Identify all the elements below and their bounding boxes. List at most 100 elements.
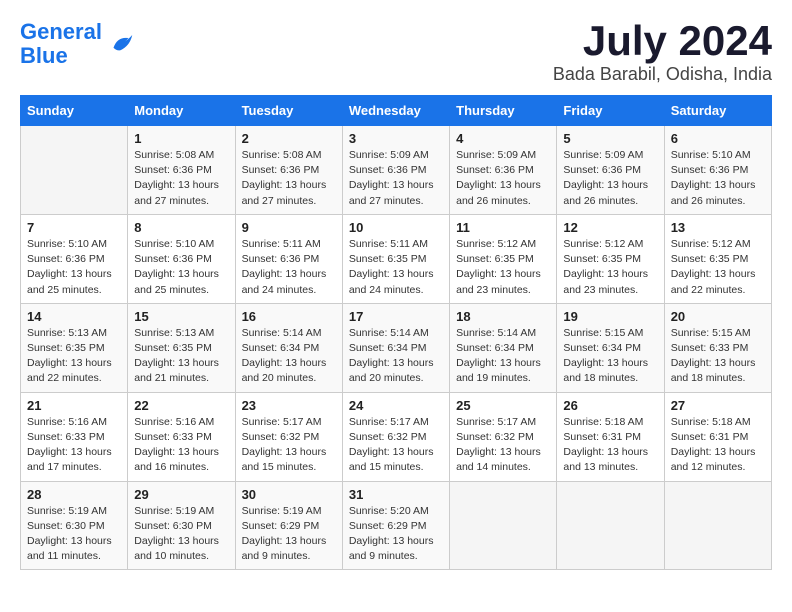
day-number: 9 xyxy=(242,220,336,235)
day-info: Sunrise: 5:19 AMSunset: 6:29 PMDaylight:… xyxy=(242,504,336,565)
day-info: Sunrise: 5:18 AMSunset: 6:31 PMDaylight:… xyxy=(563,415,657,476)
day-number: 25 xyxy=(456,398,550,413)
day-number: 3 xyxy=(349,131,443,146)
day-number: 11 xyxy=(456,220,550,235)
day-info: Sunrise: 5:09 AMSunset: 6:36 PMDaylight:… xyxy=(563,148,657,209)
calendar-cell: 26Sunrise: 5:18 AMSunset: 6:31 PMDayligh… xyxy=(557,392,664,481)
calendar-cell: 3 Sunrise: 5:09 AMSunset: 6:36 PMDaylight… xyxy=(342,126,449,215)
calendar-cell xyxy=(450,481,557,570)
day-info: Sunrise: 5:16 AMSunset: 6:33 PMDaylight:… xyxy=(27,415,121,476)
day-info: Sunrise: 5:13 AMSunset: 6:35 PMDaylight:… xyxy=(27,326,121,387)
calendar-cell: 31 Sunrise: 5:20 AMSunset: 6:29 PMDayligh… xyxy=(342,481,449,570)
month-title: July 2024 xyxy=(553,20,772,62)
calendar-cell: 9 Sunrise: 5:11 AMSunset: 6:36 PMDaylight… xyxy=(235,214,342,303)
calendar-cell: 13Sunrise: 5:12 AMSunset: 6:35 PMDayligh… xyxy=(664,214,771,303)
day-number: 17 xyxy=(349,309,443,324)
day-number: 2 xyxy=(242,131,336,146)
day-info: Sunrise: 5:17 AMSunset: 6:32 PMDaylight:… xyxy=(456,415,550,476)
day-number: 20 xyxy=(671,309,765,324)
day-number: 15 xyxy=(134,309,228,324)
calendar-cell: 14Sunrise: 5:13 AMSunset: 6:35 PMDayligh… xyxy=(21,303,128,392)
day-info: Sunrise: 5:13 AMSunset: 6:35 PMDaylight:… xyxy=(134,326,228,387)
calendar-cell: 15 Sunrise: 5:13 AMSunset: 6:35 PMDayligh… xyxy=(128,303,235,392)
day-number: 6 xyxy=(671,131,765,146)
day-number: 31 xyxy=(349,487,443,502)
weekday-header-tuesday: Tuesday xyxy=(235,96,342,126)
calendar-week-row: 1 Sunrise: 5:08 AMSunset: 6:36 PMDaylight… xyxy=(21,126,772,215)
calendar-cell: 19 Sunrise: 5:15 AMSunset: 6:34 PMDayligh… xyxy=(557,303,664,392)
day-number: 24 xyxy=(349,398,443,413)
day-number: 8 xyxy=(134,220,228,235)
weekday-header-thursday: Thursday xyxy=(450,96,557,126)
calendar-week-row: 7Sunrise: 5:10 AMSunset: 6:36 PMDaylight… xyxy=(21,214,772,303)
weekday-header-monday: Monday xyxy=(128,96,235,126)
calendar-cell: 21 Sunrise: 5:16 AMSunset: 6:33 PMDayligh… xyxy=(21,392,128,481)
calendar-cell: 7Sunrise: 5:10 AMSunset: 6:36 PMDaylight… xyxy=(21,214,128,303)
day-number: 27 xyxy=(671,398,765,413)
day-info: Sunrise: 5:10 AMSunset: 6:36 PMDaylight:… xyxy=(134,237,228,298)
day-info: Sunrise: 5:16 AMSunset: 6:33 PMDaylight:… xyxy=(134,415,228,476)
day-info: Sunrise: 5:20 AMSunset: 6:29 PMDaylight:… xyxy=(349,504,443,565)
day-info: Sunrise: 5:10 AMSunset: 6:36 PMDaylight:… xyxy=(671,148,765,209)
day-info: Sunrise: 5:19 AMSunset: 6:30 PMDaylight:… xyxy=(27,504,121,565)
calendar-cell xyxy=(664,481,771,570)
calendar-cell: 25 Sunrise: 5:17 AMSunset: 6:32 PMDayligh… xyxy=(450,392,557,481)
weekday-header-friday: Friday xyxy=(557,96,664,126)
location: Bada Barabil, Odisha, India xyxy=(553,64,772,85)
day-info: Sunrise: 5:12 AMSunset: 6:35 PMDaylight:… xyxy=(456,237,550,298)
logo-general: General xyxy=(20,19,102,44)
calendar-cell xyxy=(557,481,664,570)
calendar-table: SundayMondayTuesdayWednesdayThursdayFrid… xyxy=(20,95,772,570)
weekday-header-wednesday: Wednesday xyxy=(342,96,449,126)
day-number: 29 xyxy=(134,487,228,502)
calendar-cell xyxy=(21,126,128,215)
day-info: Sunrise: 5:12 AMSunset: 6:35 PMDaylight:… xyxy=(563,237,657,298)
day-number: 1 xyxy=(134,131,228,146)
calendar-cell: 4Sunrise: 5:09 AMSunset: 6:36 PMDaylight… xyxy=(450,126,557,215)
day-info: Sunrise: 5:11 AMSunset: 6:36 PMDaylight:… xyxy=(242,237,336,298)
day-number: 18 xyxy=(456,309,550,324)
calendar-cell: 20Sunrise: 5:15 AMSunset: 6:33 PMDayligh… xyxy=(664,303,771,392)
calendar-week-row: 14Sunrise: 5:13 AMSunset: 6:35 PMDayligh… xyxy=(21,303,772,392)
calendar-cell: 11 Sunrise: 5:12 AMSunset: 6:35 PMDayligh… xyxy=(450,214,557,303)
calendar-week-row: 21 Sunrise: 5:16 AMSunset: 6:33 PMDayligh… xyxy=(21,392,772,481)
weekday-header-sunday: Sunday xyxy=(21,96,128,126)
calendar-cell: 22Sunrise: 5:16 AMSunset: 6:33 PMDayligh… xyxy=(128,392,235,481)
day-info: Sunrise: 5:14 AMSunset: 6:34 PMDaylight:… xyxy=(456,326,550,387)
calendar-cell: 27 Sunrise: 5:18 AMSunset: 6:31 PMDayligh… xyxy=(664,392,771,481)
day-number: 19 xyxy=(563,309,657,324)
day-info: Sunrise: 5:09 AMSunset: 6:36 PMDaylight:… xyxy=(349,148,443,209)
day-info: Sunrise: 5:10 AMSunset: 6:36 PMDaylight:… xyxy=(27,237,121,298)
calendar-cell: 2Sunrise: 5:08 AMSunset: 6:36 PMDaylight… xyxy=(235,126,342,215)
day-info: Sunrise: 5:08 AMSunset: 6:36 PMDaylight:… xyxy=(134,148,228,209)
calendar-cell: 6 Sunrise: 5:10 AMSunset: 6:36 PMDaylight… xyxy=(664,126,771,215)
calendar-cell: 23Sunrise: 5:17 AMSunset: 6:32 PMDayligh… xyxy=(235,392,342,481)
day-info: Sunrise: 5:12 AMSunset: 6:35 PMDaylight:… xyxy=(671,237,765,298)
calendar-week-row: 28Sunrise: 5:19 AMSunset: 6:30 PMDayligh… xyxy=(21,481,772,570)
day-info: Sunrise: 5:14 AMSunset: 6:34 PMDaylight:… xyxy=(349,326,443,387)
day-number: 5 xyxy=(563,131,657,146)
day-info: Sunrise: 5:19 AMSunset: 6:30 PMDaylight:… xyxy=(134,504,228,565)
calendar-cell: 24Sunrise: 5:17 AMSunset: 6:32 PMDayligh… xyxy=(342,392,449,481)
calendar-cell: 5 Sunrise: 5:09 AMSunset: 6:36 PMDaylight… xyxy=(557,126,664,215)
weekday-header-saturday: Saturday xyxy=(664,96,771,126)
day-info: Sunrise: 5:14 AMSunset: 6:34 PMDaylight:… xyxy=(242,326,336,387)
calendar-cell: 1 Sunrise: 5:08 AMSunset: 6:36 PMDaylight… xyxy=(128,126,235,215)
day-info: Sunrise: 5:15 AMSunset: 6:34 PMDaylight:… xyxy=(563,326,657,387)
calendar-cell: 8 Sunrise: 5:10 AMSunset: 6:36 PMDaylight… xyxy=(128,214,235,303)
day-number: 21 xyxy=(27,398,121,413)
day-number: 10 xyxy=(349,220,443,235)
page-header: General Blue July 2024 Bada Barabil, Odi… xyxy=(20,20,772,85)
calendar-cell: 30Sunrise: 5:19 AMSunset: 6:29 PMDayligh… xyxy=(235,481,342,570)
day-info: Sunrise: 5:18 AMSunset: 6:31 PMDaylight:… xyxy=(671,415,765,476)
title-block: July 2024 Bada Barabil, Odisha, India xyxy=(553,20,772,85)
calendar-cell: 16Sunrise: 5:14 AMSunset: 6:34 PMDayligh… xyxy=(235,303,342,392)
day-number: 12 xyxy=(563,220,657,235)
calendar-cell: 17 Sunrise: 5:14 AMSunset: 6:34 PMDayligh… xyxy=(342,303,449,392)
logo-text: General Blue xyxy=(20,20,102,68)
calendar-cell: 29 Sunrise: 5:19 AMSunset: 6:30 PMDayligh… xyxy=(128,481,235,570)
calendar-cell: 28Sunrise: 5:19 AMSunset: 6:30 PMDayligh… xyxy=(21,481,128,570)
logo: General Blue xyxy=(20,20,136,68)
logo-bird-icon xyxy=(106,29,136,59)
logo-blue: Blue xyxy=(20,43,68,68)
